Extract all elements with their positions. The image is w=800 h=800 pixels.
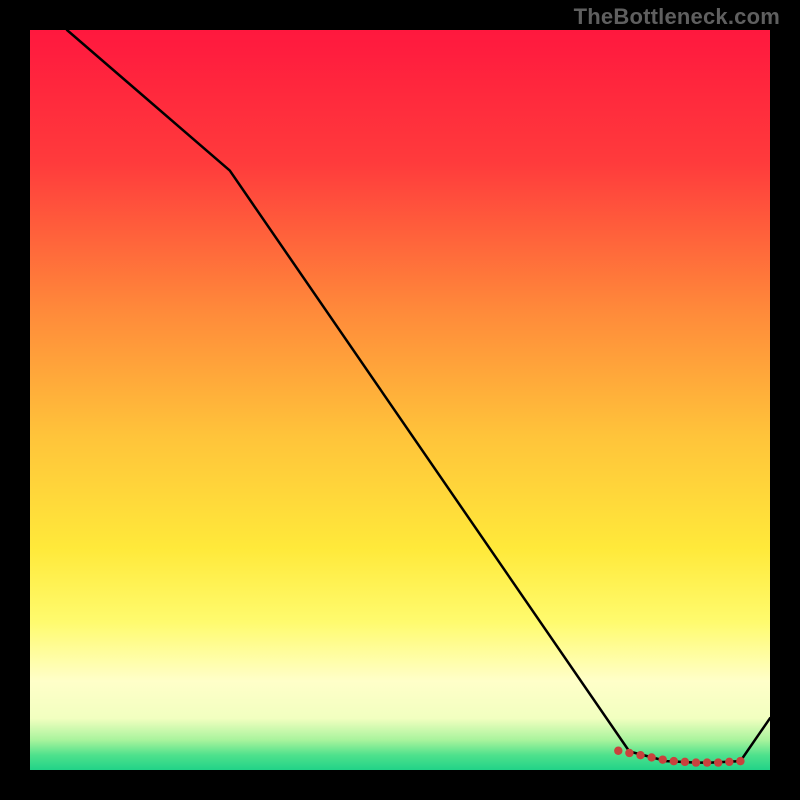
marker-dot [659,755,667,763]
plot-area [30,30,770,770]
marker-dot [725,758,733,766]
marker-dot [681,758,689,766]
gradient-bg [30,30,770,770]
marker-dot [670,757,678,765]
chart-svg [30,30,770,770]
marker-dot [692,758,700,766]
chart-container: TheBottleneck.com [0,0,800,800]
marker-dot [714,758,722,766]
marker-dot [625,749,633,757]
marker-dot [703,758,711,766]
marker-dot [614,747,622,755]
marker-dot [736,757,744,765]
marker-dot [636,751,644,759]
watermark-text: TheBottleneck.com [574,4,780,30]
marker-dot [647,753,655,761]
